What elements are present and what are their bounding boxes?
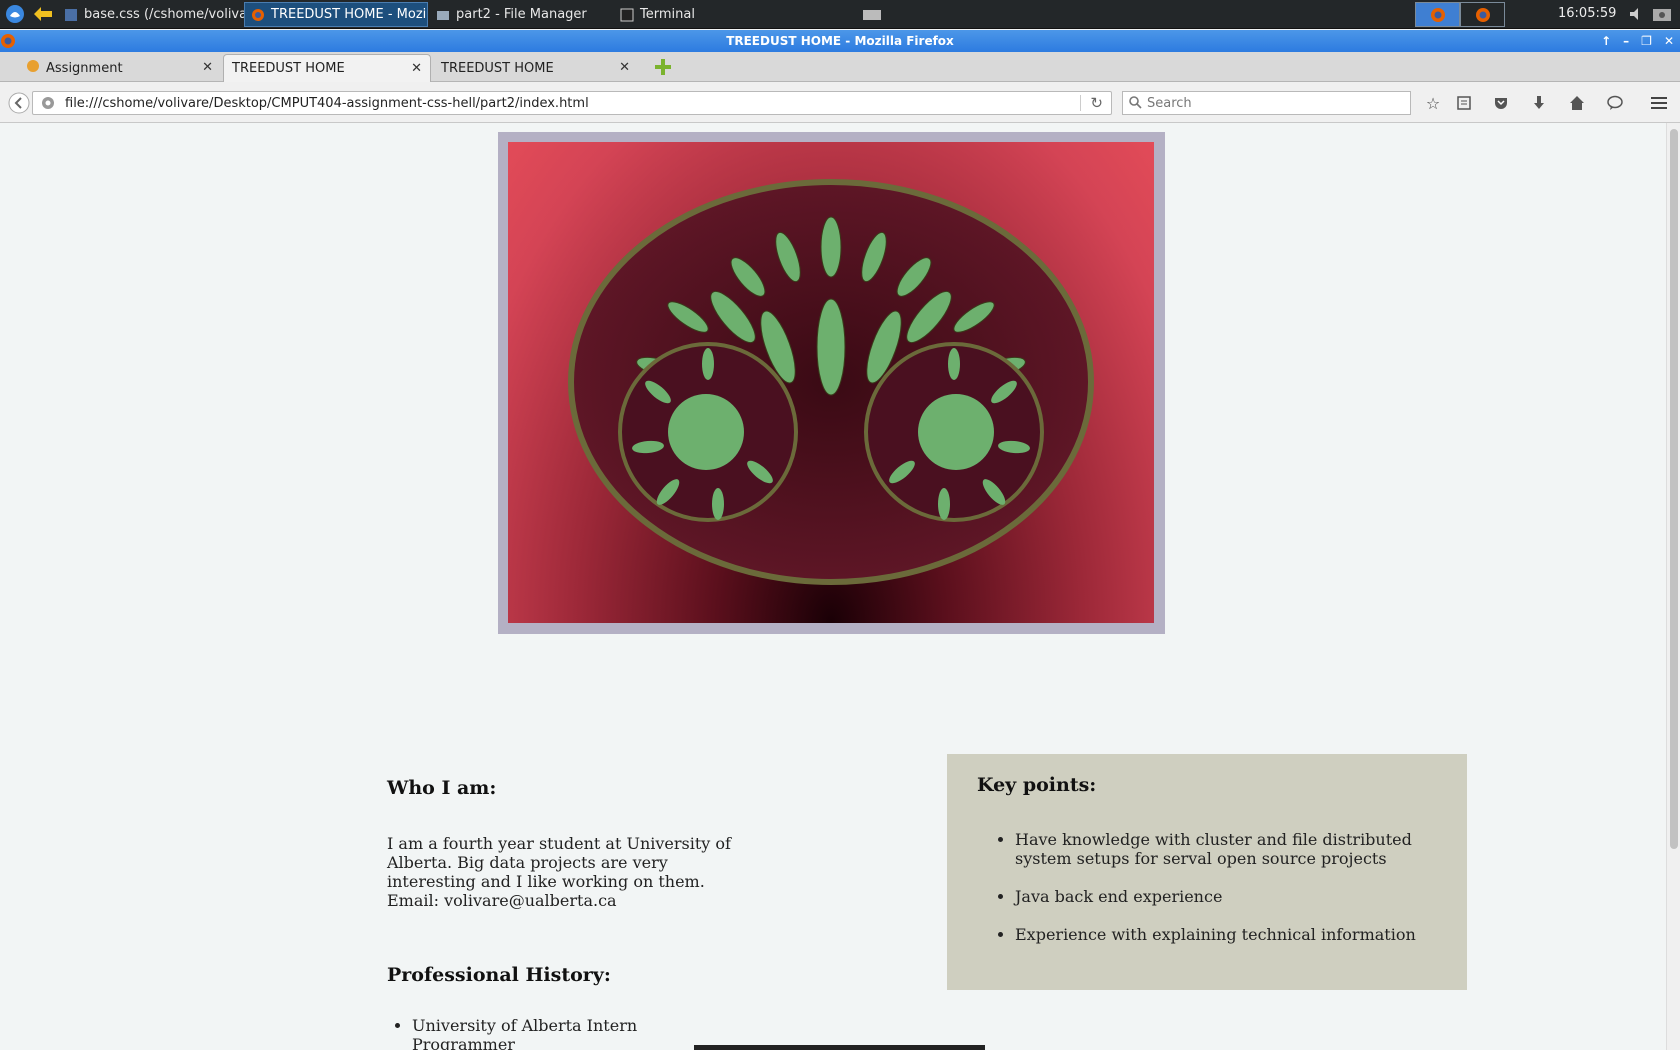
window-title: TREEDUST HOME - Mozilla Firefox [726, 34, 954, 48]
scrollbar-thumb[interactable] [1670, 129, 1678, 849]
search-placeholder: Search [1147, 95, 1192, 111]
download-icon[interactable] [1528, 92, 1550, 114]
task-label: TREEDUST HOME - Mozilla... [271, 7, 428, 22]
search-bar[interactable]: Search [1122, 91, 1411, 115]
network-icon[interactable] [860, 3, 884, 25]
tab-treedust-home[interactable]: TREEDUST HOME ✕ [433, 54, 638, 82]
key-points-list: Have knowledge with cluster and file dis… [977, 830, 1437, 944]
firefox-tray-icon[interactable] [1415, 2, 1460, 27]
tree-fractal-image [508, 142, 1154, 623]
task-label: base.css (/cshome/volivar... [84, 7, 244, 22]
reading-list-icon[interactable] [1453, 92, 1475, 114]
tab-label: Assignment [46, 60, 123, 76]
taskbar-task-terminal[interactable]: Terminal [614, 2, 794, 27]
screenshot-icon[interactable] [1650, 3, 1674, 25]
folder-icon [436, 8, 450, 22]
terminal-icon [620, 8, 634, 22]
pocket-icon[interactable] [1490, 92, 1512, 114]
minimize-window-icon[interactable]: – [1623, 30, 1629, 52]
email-text: Email: volivare@ualberta.ca [387, 891, 617, 910]
taskbar-task-firefox[interactable]: TREEDUST HOME - Mozilla... [244, 2, 428, 27]
url-text: file:///cshome/volivare/Desktop/CMPUT404… [65, 95, 589, 111]
maximize-window-icon[interactable]: ❐ [1641, 30, 1652, 52]
clock: 16:05:59 [1558, 6, 1617, 21]
taskbar-task-editor[interactable]: base.css (/cshome/volivar... [58, 2, 244, 27]
back-icon[interactable] [8, 92, 30, 114]
new-tab-icon[interactable] [654, 58, 672, 80]
who-i-am-text: I am a fourth year student at University… [387, 834, 732, 910]
history-item: University of Alberta Intern Programmer [412, 1016, 692, 1050]
close-window-icon[interactable]: ✕ [1664, 30, 1674, 52]
firefox-icon [251, 8, 265, 22]
tab-assignment[interactable]: Assignment ✕ [18, 54, 221, 82]
task-label: Terminal [640, 7, 695, 22]
professional-history-heading: Professional History: [387, 964, 611, 986]
professional-history-list: University of Alberta Intern Programmer [412, 1016, 692, 1050]
tab-label: TREEDUST HOME [232, 61, 345, 76]
page-viewport: Who I am: I am a fourth year student at … [0, 123, 1666, 1050]
key-points-box: Key points: Have knowledge with cluster … [947, 754, 1467, 990]
key-point-item: Have knowledge with cluster and file dis… [1015, 830, 1437, 868]
shade-window-icon[interactable]: ↑ [1601, 30, 1611, 52]
key-point-item: Experience with explaining technical inf… [1015, 925, 1437, 944]
tray-apps [1415, 2, 1505, 27]
footer-bar [694, 1045, 985, 1050]
browser-tab-strip: Assignment ✕ TREEDUST HOME ✕ TREEDUST HO… [0, 52, 1680, 82]
app-menu-icon[interactable] [4, 3, 26, 25]
url-bar[interactable]: file:///cshome/volivare/Desktop/CMPUT404… [32, 91, 1112, 115]
tab-favicon-icon [26, 59, 40, 77]
hamburger-menu-icon[interactable] [1648, 92, 1670, 114]
bookmark-star-icon[interactable]: ☆ [1422, 92, 1444, 114]
back-arrow-icon[interactable] [32, 3, 54, 25]
search-icon [1128, 95, 1142, 113]
close-tab-icon[interactable]: ✕ [202, 60, 213, 75]
volume-icon[interactable] [1627, 3, 1645, 25]
window-titlebar: TREEDUST HOME - Mozilla Firefox ↑ – ❐ ✕ [0, 30, 1680, 52]
reload-icon[interactable]: ↻ [1090, 94, 1103, 112]
key-points-heading: Key points: [977, 774, 1097, 796]
chat-icon[interactable] [1604, 92, 1626, 114]
close-tab-icon[interactable]: ✕ [411, 61, 422, 76]
task-label: part2 - File Manager [456, 7, 587, 22]
tab-label: TREEDUST HOME [441, 60, 554, 76]
editor-icon [64, 8, 78, 22]
bio-text: I am a fourth year student at University… [387, 834, 731, 891]
page-scrollbar[interactable] [1666, 123, 1680, 1050]
home-icon[interactable] [1566, 92, 1588, 114]
who-i-am-heading: Who I am: [387, 777, 497, 799]
url-divider [1080, 95, 1081, 111]
key-point-item: Java back end experience [1015, 887, 1437, 906]
taskbar-task-file-manager[interactable]: part2 - File Manager [430, 2, 612, 27]
hero-image-frame [498, 132, 1165, 634]
firefox-tray-icon[interactable] [1460, 2, 1505, 27]
close-tab-icon[interactable]: ✕ [619, 60, 630, 75]
site-info-icon[interactable] [41, 96, 55, 114]
system-taskbar: base.css (/cshome/volivar... TREEDUST HO… [0, 0, 1680, 29]
navigation-toolbar: file:///cshome/volivare/Desktop/CMPUT404… [0, 82, 1680, 123]
tab-treedust-home-active[interactable]: TREEDUST HOME ✕ [223, 54, 431, 82]
